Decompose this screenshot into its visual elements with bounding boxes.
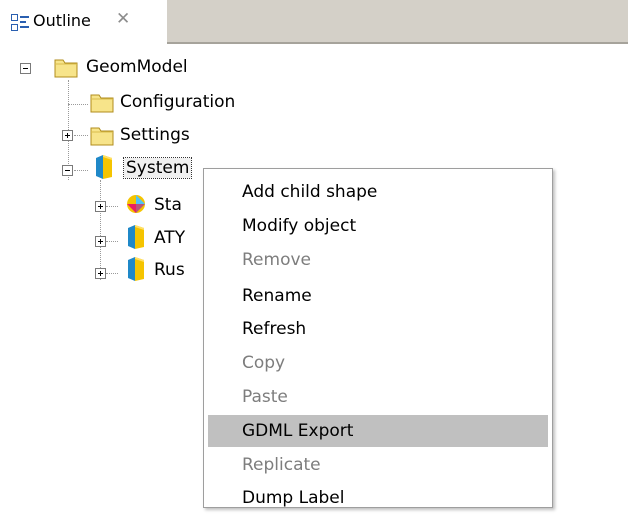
view-tab-bar: Outline ✕	[0, 0, 628, 44]
volume-shape-icon	[96, 155, 112, 179]
tree-item-rus[interactable]: Rus	[154, 257, 185, 283]
folder-icon	[90, 127, 114, 146]
volume-shape-icon	[128, 225, 144, 249]
outline-tab[interactable]: Outline ✕	[0, 0, 167, 44]
menu-item-paste[interactable]: Paste	[208, 381, 548, 413]
context-menu: Add child shape Modify object Remove Ren…	[203, 168, 553, 508]
collapse-toggle[interactable]	[62, 165, 73, 176]
menu-item-rename[interactable]: Rename	[208, 280, 548, 312]
tree-guide-line	[68, 104, 88, 105]
expand-toggle[interactable]	[62, 130, 73, 141]
tree-guide-line	[106, 206, 118, 207]
menu-item-modify-object[interactable]: Modify object	[208, 210, 548, 242]
menu-item-refresh[interactable]: Refresh	[208, 313, 548, 345]
menu-item-replicate[interactable]: Replicate	[208, 449, 548, 481]
expand-toggle[interactable]	[95, 268, 106, 279]
tree-guide-line	[100, 180, 101, 280]
outline-view-icon	[11, 14, 29, 31]
outline-tab-title: Outline	[33, 11, 91, 30]
tree-item-system[interactable]: System	[122, 155, 193, 181]
assembly-shape-icon	[127, 195, 145, 213]
folder-icon	[54, 59, 78, 78]
tree-guide-line	[74, 135, 88, 136]
menu-item-dump-label[interactable]: Dump Label	[208, 482, 548, 514]
menu-item-add-child-shape[interactable]: Add child shape	[208, 176, 548, 208]
folder-icon	[90, 94, 114, 113]
menu-item-remove[interactable]: Remove	[208, 244, 548, 276]
volume-shape-icon	[128, 257, 144, 281]
expand-toggle[interactable]	[95, 236, 106, 247]
menu-item-gdml-export[interactable]: GDML Export	[208, 415, 548, 447]
tree-guide-line	[106, 241, 118, 242]
tree-item-geommodel[interactable]: GeomModel	[86, 54, 188, 80]
close-icon[interactable]: ✕	[116, 9, 130, 29]
tree-guide-line	[106, 273, 118, 274]
tree-item-aty[interactable]: ATY	[154, 225, 185, 251]
tree-item-configuration[interactable]: Configuration	[120, 89, 235, 115]
expand-toggle[interactable]	[95, 201, 106, 212]
tree-guide-line	[74, 170, 88, 171]
menu-item-copy[interactable]: Copy	[208, 347, 548, 379]
tree-item-sta[interactable]: Sta	[154, 192, 182, 218]
collapse-toggle[interactable]	[20, 63, 31, 74]
tree-item-settings[interactable]: Settings	[120, 122, 190, 148]
